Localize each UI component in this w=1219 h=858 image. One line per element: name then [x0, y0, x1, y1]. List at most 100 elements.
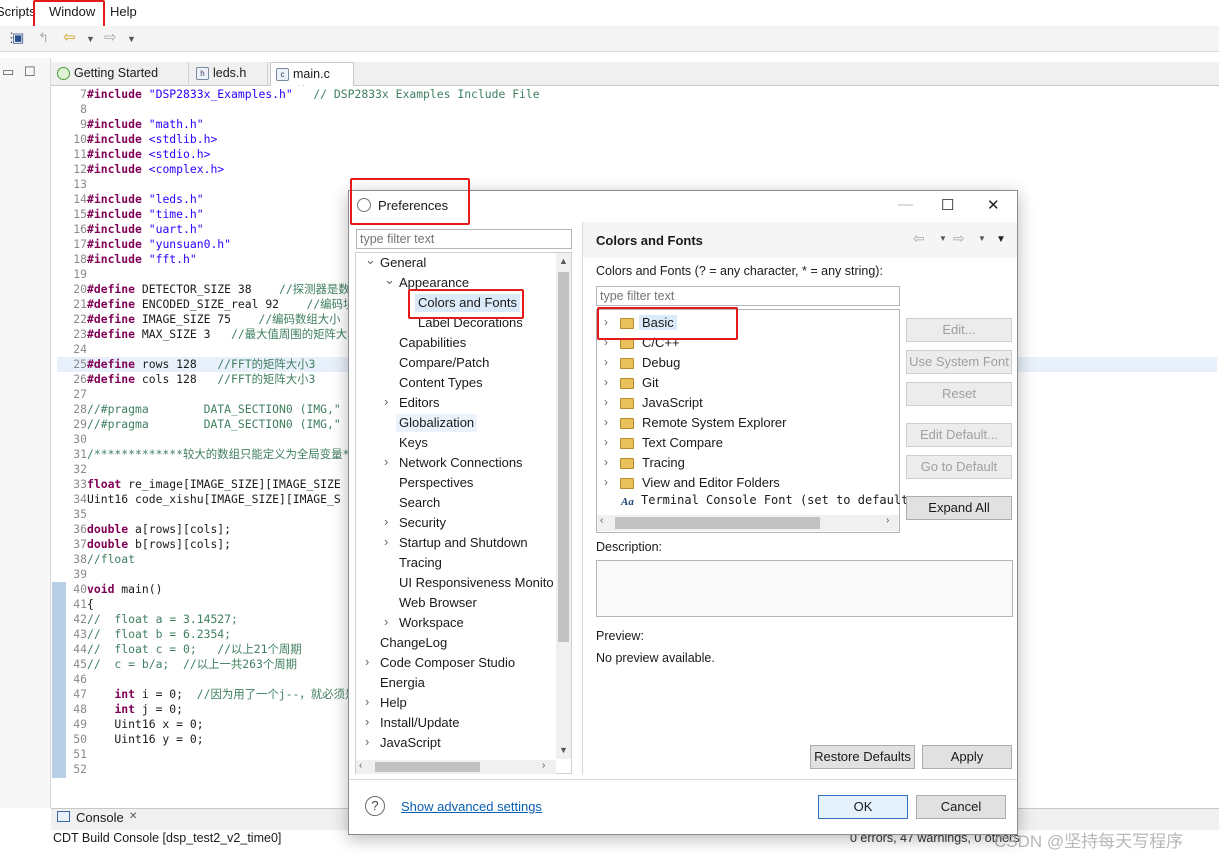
- tree-vertical-scroll-thumb[interactable]: [558, 272, 569, 642]
- tree-item-web-browser[interactable]: Web Browser: [399, 594, 477, 612]
- tree-item-tracing[interactable]: Tracing: [399, 554, 442, 572]
- code-line[interactable]: 52: [57, 762, 87, 777]
- page-back-dropdown-icon[interactable]: ▼: [939, 234, 947, 243]
- code-line[interactable]: 38//float: [57, 552, 135, 567]
- tree-item-appearance[interactable]: Appearance: [399, 274, 469, 292]
- page-forward-dropdown-icon[interactable]: ▼: [978, 234, 986, 243]
- help-icon[interactable]: ?: [365, 796, 385, 816]
- collapsed-arrow-icon[interactable]: ›: [365, 714, 369, 729]
- code-line[interactable]: 45// c = b/a; //以上一共263个周期: [57, 657, 297, 672]
- collapsed-arrow-icon[interactable]: ›: [384, 454, 388, 469]
- code-line[interactable]: 8: [57, 102, 87, 117]
- tree-item-capabilities[interactable]: Capabilities: [399, 334, 466, 352]
- code-line[interactable]: 14#include "leds.h": [57, 192, 203, 207]
- code-line[interactable]: 13: [57, 177, 87, 192]
- code-line[interactable]: 31/*************较大的数组只能定义为全局变量*****: [57, 447, 377, 462]
- tab-main-c[interactable]: c main.c ✕: [270, 62, 354, 95]
- menu-help[interactable]: Help: [110, 4, 137, 19]
- code-line[interactable]: 30: [57, 432, 87, 447]
- code-line[interactable]: 19: [57, 267, 87, 282]
- pane-divider[interactable]: [582, 222, 583, 775]
- scroll-right-icon[interactable]: ›: [542, 760, 545, 771]
- layout-icon[interactable]: ▣: [12, 30, 24, 46]
- code-line[interactable]: 43// float b = 6.2354;: [57, 627, 231, 642]
- colors-fonts-horizontal-scroll-thumb[interactable]: [615, 517, 820, 529]
- collapsed-arrow-icon[interactable]: ›: [384, 614, 388, 629]
- expanded-arrow-icon[interactable]: ⌄: [384, 272, 395, 288]
- scroll-up-icon[interactable]: ▲: [559, 256, 568, 266]
- tab-getting-started[interactable]: Getting Started: [52, 62, 189, 86]
- apply-button[interactable]: Apply: [922, 745, 1012, 769]
- menu-scripts[interactable]: Scripts: [0, 4, 36, 19]
- cf-item-remote-system-explorer[interactable]: Remote System Explorer: [642, 415, 787, 430]
- collapsed-arrow-icon[interactable]: ›: [604, 415, 608, 429]
- code-line[interactable]: 26#define cols 128 //FFT的矩阵大小3: [57, 372, 315, 387]
- tree-item-search[interactable]: Search: [399, 494, 440, 512]
- code-line[interactable]: 7#include "DSP2833x_Examples.h" // DSP28…: [57, 87, 540, 102]
- collapsed-arrow-icon[interactable]: ›: [365, 694, 369, 709]
- tree-item-energia[interactable]: Energia: [380, 674, 425, 692]
- terminal-console-font-item[interactable]: Terminal Console Font (set to default: [641, 493, 908, 507]
- code-line[interactable]: 42// float a = 3.14527;: [57, 612, 238, 627]
- expand-all-button[interactable]: Expand All: [906, 496, 1012, 520]
- cf-scroll-left-icon[interactable]: ‹: [600, 515, 603, 526]
- code-line[interactable]: 23#define MAX_SIZE 3 //最大值周围的矩阵大小3: [57, 327, 365, 342]
- minimize-window-icon[interactable]: —: [898, 196, 913, 213]
- code-line[interactable]: 12#include <complex.h>: [57, 162, 224, 177]
- code-line[interactable]: 24: [57, 342, 87, 357]
- tree-item-globalization[interactable]: Globalization: [396, 414, 478, 432]
- edit-default-button[interactable]: Edit Default...: [906, 423, 1012, 447]
- collapsed-arrow-icon[interactable]: ›: [604, 475, 608, 489]
- code-line[interactable]: 36double a[rows][cols];: [57, 522, 231, 537]
- tab-leds-h[interactable]: h leds.h: [191, 62, 268, 86]
- code-line[interactable]: 41{: [57, 597, 94, 612]
- scroll-left-icon[interactable]: ‹: [359, 760, 362, 771]
- tree-item-general[interactable]: General: [380, 254, 426, 272]
- code-line[interactable]: 17#include "yunsuan0.h": [57, 237, 231, 252]
- tree-item-startup-and-shutdown[interactable]: Startup and Shutdown: [399, 534, 528, 552]
- code-line[interactable]: 10#include <stdlib.h>: [57, 132, 217, 147]
- tree-item-colors-and-fonts[interactable]: Colors and Fonts: [415, 294, 520, 312]
- close-window-icon[interactable]: ✕: [987, 196, 1000, 214]
- minimize-icon[interactable]: ▭: [2, 64, 14, 80]
- tree-item-compare-patch[interactable]: Compare/Patch: [399, 354, 489, 372]
- code-line[interactable]: 46: [57, 672, 87, 687]
- collapsed-arrow-icon[interactable]: ›: [384, 394, 388, 409]
- code-line[interactable]: 33float re_image[IMAGE_SIZE][IMAGE_SIZE: [57, 477, 340, 492]
- console-close-icon[interactable]: ✕: [129, 811, 137, 822]
- page-forward-icon[interactable]: ⇨: [953, 230, 965, 247]
- collapsed-arrow-icon[interactable]: ›: [604, 335, 608, 349]
- collapsed-arrow-icon[interactable]: ›: [604, 395, 608, 409]
- tree-item-ui-responsiveness-monito[interactable]: UI Responsiveness Monito: [399, 574, 554, 592]
- code-line[interactable]: 50 Uint16 y = 0;: [57, 732, 203, 747]
- forward-arrow-icon[interactable]: ⇨: [104, 28, 117, 46]
- cf-item-debug[interactable]: Debug: [642, 355, 680, 370]
- tree-item-workspace[interactable]: Workspace: [399, 614, 464, 632]
- code-line[interactable]: 37double b[rows][cols];: [57, 537, 231, 552]
- code-line[interactable]: 34Uint16 code_xishu[IMAGE_SIZE][IMAGE_S: [57, 492, 340, 507]
- code-line[interactable]: 51: [57, 747, 87, 762]
- cf-item-c-c-[interactable]: C/C++: [642, 335, 680, 350]
- code-line[interactable]: 39: [57, 567, 87, 582]
- cf-scroll-right-icon[interactable]: ›: [886, 515, 889, 526]
- collapsed-arrow-icon[interactable]: ›: [604, 435, 608, 449]
- code-line[interactable]: 15#include "time.h": [57, 207, 203, 222]
- cf-item-tracing[interactable]: Tracing: [642, 455, 685, 470]
- page-menu-icon[interactable]: ▼: [996, 234, 1006, 245]
- tree-item-security[interactable]: Security: [399, 514, 446, 532]
- collapsed-arrow-icon[interactable]: ›: [384, 514, 388, 529]
- console-tab-label[interactable]: Console: [76, 810, 124, 825]
- last-edit-icon[interactable]: ↰: [38, 30, 49, 46]
- scroll-down-icon[interactable]: ▼: [559, 745, 568, 755]
- tree-item-content-types[interactable]: Content Types: [399, 374, 483, 392]
- code-line[interactable]: 9#include "math.h": [57, 117, 203, 132]
- tree-item-editors[interactable]: Editors: [399, 394, 439, 412]
- menu-window[interactable]: Window: [49, 4, 95, 19]
- reset-button[interactable]: Reset: [906, 382, 1012, 406]
- cf-item-javascript[interactable]: JavaScript: [642, 395, 703, 410]
- go-to-default-button[interactable]: Go to Default: [906, 455, 1012, 479]
- forward-dropdown-icon[interactable]: ▼: [127, 34, 136, 44]
- page-back-icon[interactable]: ⇦: [913, 230, 925, 247]
- colors-fonts-filter-input[interactable]: [596, 286, 900, 306]
- tree-horizontal-scroll-thumb[interactable]: [375, 762, 480, 772]
